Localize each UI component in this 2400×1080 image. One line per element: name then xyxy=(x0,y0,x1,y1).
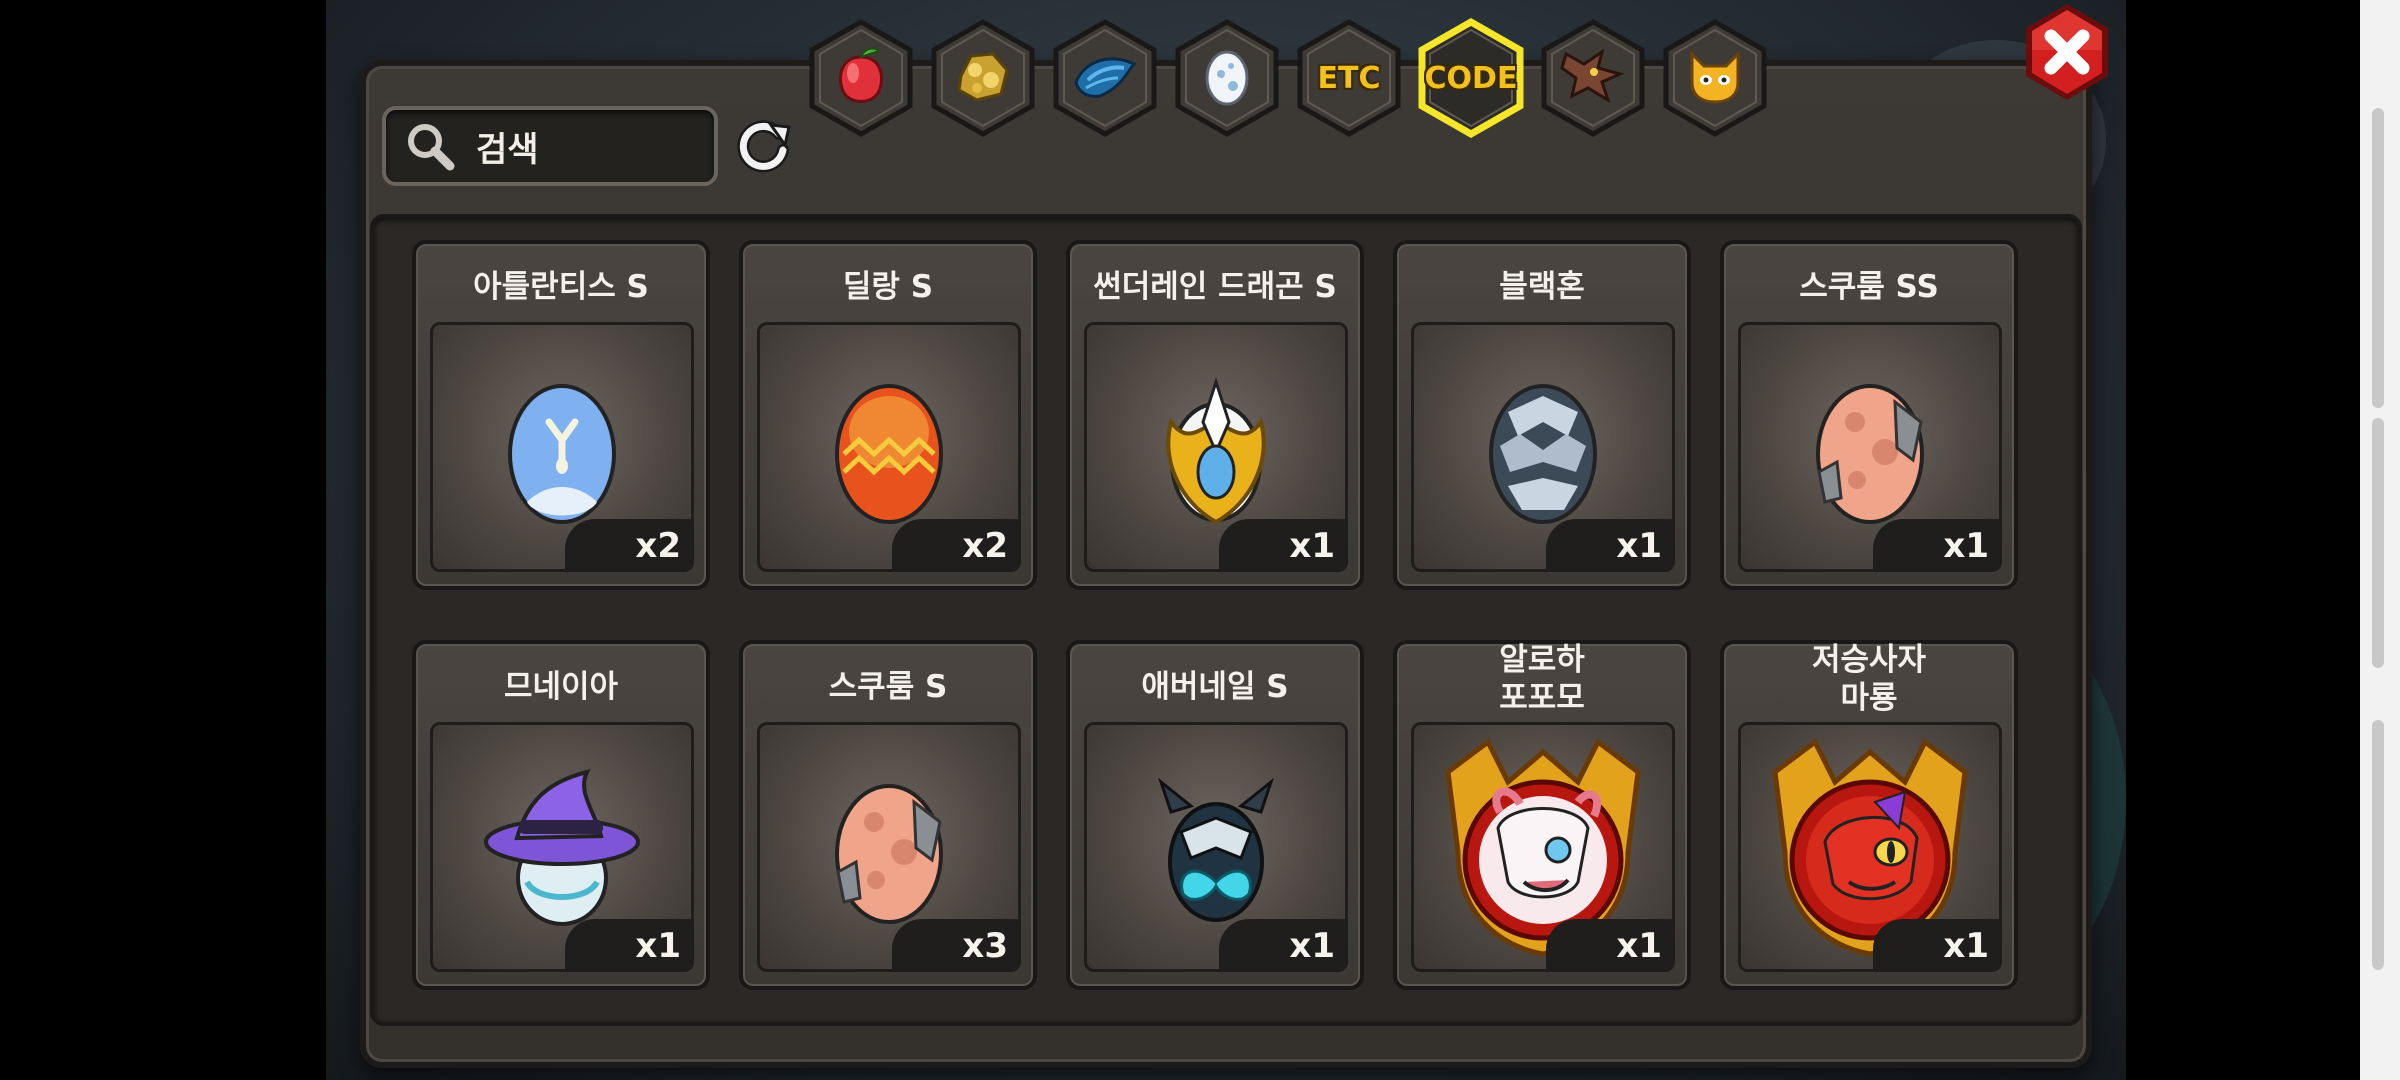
item-slot: x1 xyxy=(1411,322,1675,572)
item-card[interactable]: 딜랑 S x2 xyxy=(739,240,1037,590)
item-slot: x2 xyxy=(757,322,1021,572)
item-slot: x1 xyxy=(430,722,694,972)
item-name: 썬더레인 드래곤 S xyxy=(1093,269,1337,305)
item-slot: x3 xyxy=(757,722,1021,972)
scrollbar-thumb[interactable] xyxy=(2372,418,2384,668)
refresh-icon xyxy=(737,120,791,173)
tab-mascot[interactable] xyxy=(1660,18,1770,138)
item-slot: x1 xyxy=(1084,722,1348,972)
tab-etc[interactable]: ETC xyxy=(1294,18,1404,138)
quantity-badge: x1 xyxy=(1873,519,1999,569)
quantity-badge: x1 xyxy=(1546,919,1672,969)
item-card[interactable]: 저승사자 마룡 x1 xyxy=(1720,640,2018,990)
item-card[interactable]: 스쿠룸 SS x1 xyxy=(1720,240,2018,590)
scrollbar-thumb[interactable] xyxy=(2372,720,2384,970)
quantity-badge: x2 xyxy=(892,519,1018,569)
item-card[interactable]: 썬더레인 드래곤 S x1 xyxy=(1066,240,1364,590)
tab-label: ETC xyxy=(1317,60,1381,96)
item-name: 블랙혼 xyxy=(1499,269,1585,305)
item-name: 므네이아 xyxy=(503,669,619,705)
quantity-badge: x2 xyxy=(565,519,691,569)
tab-egg[interactable] xyxy=(1172,18,1282,138)
quantity-badge: x1 xyxy=(1219,519,1345,569)
item-slot: x1 xyxy=(1738,722,2002,972)
tab-code[interactable]: CODE xyxy=(1416,18,1526,138)
tab-beast[interactable] xyxy=(1538,18,1648,138)
item-card[interactable]: 아틀란티스 S x2 xyxy=(412,240,710,590)
dragon-scale-icon xyxy=(1070,48,1140,108)
item-name: 아틀란티스 S xyxy=(473,269,649,305)
search-icon xyxy=(404,120,456,172)
item-card[interactable]: 므네이아 x1 xyxy=(412,640,710,990)
search-placeholder: 검색 xyxy=(476,129,539,170)
item-card[interactable]: 블랙혼 x1 xyxy=(1393,240,1691,590)
refresh-button[interactable] xyxy=(734,116,794,176)
quantity-badge: x1 xyxy=(1873,919,1999,969)
quantity-badge: x1 xyxy=(1546,519,1672,569)
mascot-face-icon xyxy=(1684,46,1746,110)
item-name: 저승사자 마룡 xyxy=(1811,642,1927,716)
item-slot: x1 xyxy=(1738,322,2002,572)
gold-ore-icon xyxy=(951,46,1015,110)
quantity-badge: x3 xyxy=(892,919,1018,969)
item-name: 스쿠룸 S xyxy=(828,669,948,705)
scrollbar-thumb[interactable] xyxy=(2372,108,2384,408)
item-slot: x1 xyxy=(1084,322,1348,572)
tab-fruit[interactable] xyxy=(806,18,916,138)
fruit-icon xyxy=(831,43,891,113)
item-name: 애버네일 S xyxy=(1141,669,1289,705)
quantity-badge: x1 xyxy=(1219,919,1345,969)
quantity-badge: x1 xyxy=(565,919,691,969)
item-name: 딜랑 S xyxy=(842,269,934,305)
tab-label: CODE xyxy=(1424,60,1518,96)
tab-scale[interactable] xyxy=(1050,18,1160,138)
search-input[interactable]: 검색 xyxy=(382,106,718,186)
tab-ore[interactable] xyxy=(928,18,1038,138)
item-card[interactable]: 애버네일 S x1 xyxy=(1066,640,1364,990)
beast-head-icon xyxy=(1558,44,1628,112)
item-slot: x2 xyxy=(430,322,694,572)
item-card[interactable]: 스쿠룸 S x3 xyxy=(739,640,1037,990)
item-name: 알로하 포포모 xyxy=(1499,642,1585,716)
item-name: 스쿠룸 SS xyxy=(1799,269,1939,305)
item-slot: x1 xyxy=(1411,722,1675,972)
egg-icon xyxy=(1201,44,1253,112)
close-button[interactable] xyxy=(2022,0,2112,104)
item-card[interactable]: 알로하 포포모 x1 xyxy=(1393,640,1691,990)
